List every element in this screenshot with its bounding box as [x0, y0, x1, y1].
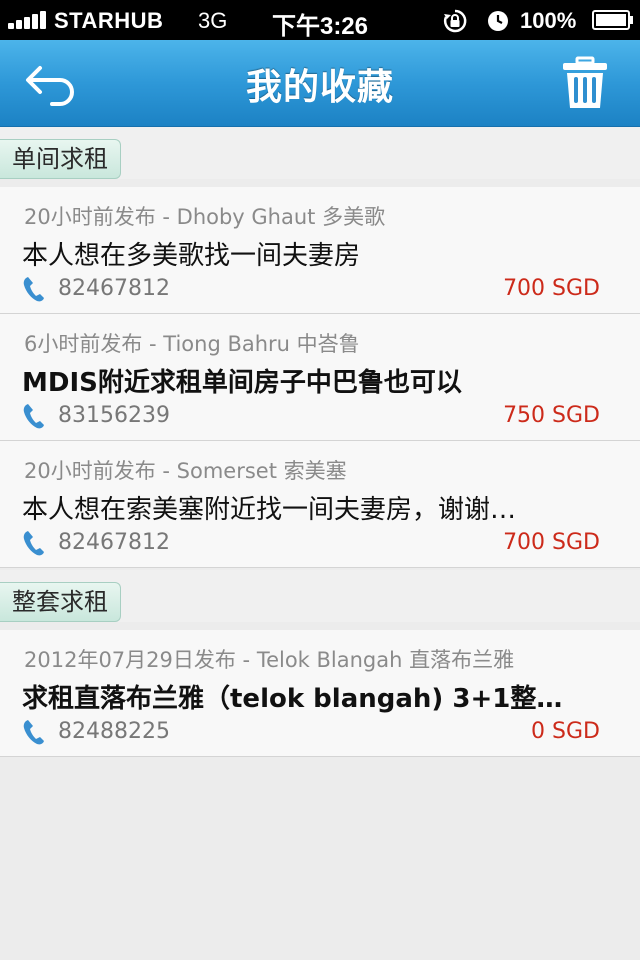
navigation-bar: 我的收藏 — [0, 40, 640, 127]
price: 700 SGD — [503, 276, 600, 301]
phone-icon — [23, 277, 44, 302]
post-meta: 20小时前发布 - Somerset 索美塞 — [24, 459, 347, 483]
battery-icon — [592, 10, 633, 30]
list-item[interactable]: 20小时前发布 - Somerset 索美塞 本人想在索美塞附近找一间夫妻房，谢… — [0, 441, 640, 568]
list-item[interactable]: 20小时前发布 - Dhoby Ghaut 多美歌 本人想在多美歌找一间夫妻房 … — [0, 187, 640, 314]
trash-icon — [563, 56, 607, 108]
price: 0 SGD — [531, 719, 600, 744]
section-header: 单间求租 — [0, 127, 640, 179]
battery-percent: 100% — [520, 8, 577, 33]
section-header: 整套求租 — [0, 570, 640, 622]
delete-button[interactable] — [550, 54, 620, 112]
phone-icon — [23, 404, 44, 429]
phone-icon — [23, 531, 44, 556]
post-title: 本人想在多美歌找一间夫妻房 — [22, 241, 361, 271]
phone-number: 83156239 — [58, 403, 170, 428]
post-title: MDIS附近求租单间房子中巴鲁也可以 — [22, 368, 462, 398]
price: 750 SGD — [503, 403, 600, 428]
section-label: 整套求租 — [0, 582, 121, 622]
price: 700 SGD — [503, 530, 600, 555]
post-title: 本人想在索美塞附近找一间夫妻房，谢谢… — [22, 495, 517, 525]
list-item[interactable]: 2012年07月29日发布 - Telok Blangah 直落布兰雅 求租直落… — [0, 630, 640, 757]
section-label: 单间求租 — [0, 139, 121, 179]
post-meta: 6小时前发布 - Tiong Bahru 中峇鲁 — [24, 332, 360, 356]
favorites-list: 单间求租 20小时前发布 - Dhoby Ghaut 多美歌 本人想在多美歌找一… — [0, 127, 640, 960]
list-item[interactable]: 6小时前发布 - Tiong Bahru 中峇鲁 MDIS附近求租单间房子中巴鲁… — [0, 314, 640, 441]
phone-number: 82488225 — [58, 719, 170, 744]
rotation-lock-icon — [443, 9, 467, 33]
status-bar: STARHUB 3G 下午3:26 100% — [0, 0, 640, 40]
post-meta: 20小时前发布 - Dhoby Ghaut 多美歌 — [24, 205, 386, 229]
phone-number: 82467812 — [58, 530, 170, 555]
alarm-clock-icon — [488, 11, 508, 31]
post-title: 求租直落布兰雅（telok blangah) 3+1整… — [22, 684, 563, 714]
phone-number: 82467812 — [58, 276, 170, 301]
post-meta: 2012年07月29日发布 - Telok Blangah 直落布兰雅 — [24, 648, 515, 672]
phone-icon — [23, 720, 44, 745]
page-title: 我的收藏 — [245, 67, 394, 108]
